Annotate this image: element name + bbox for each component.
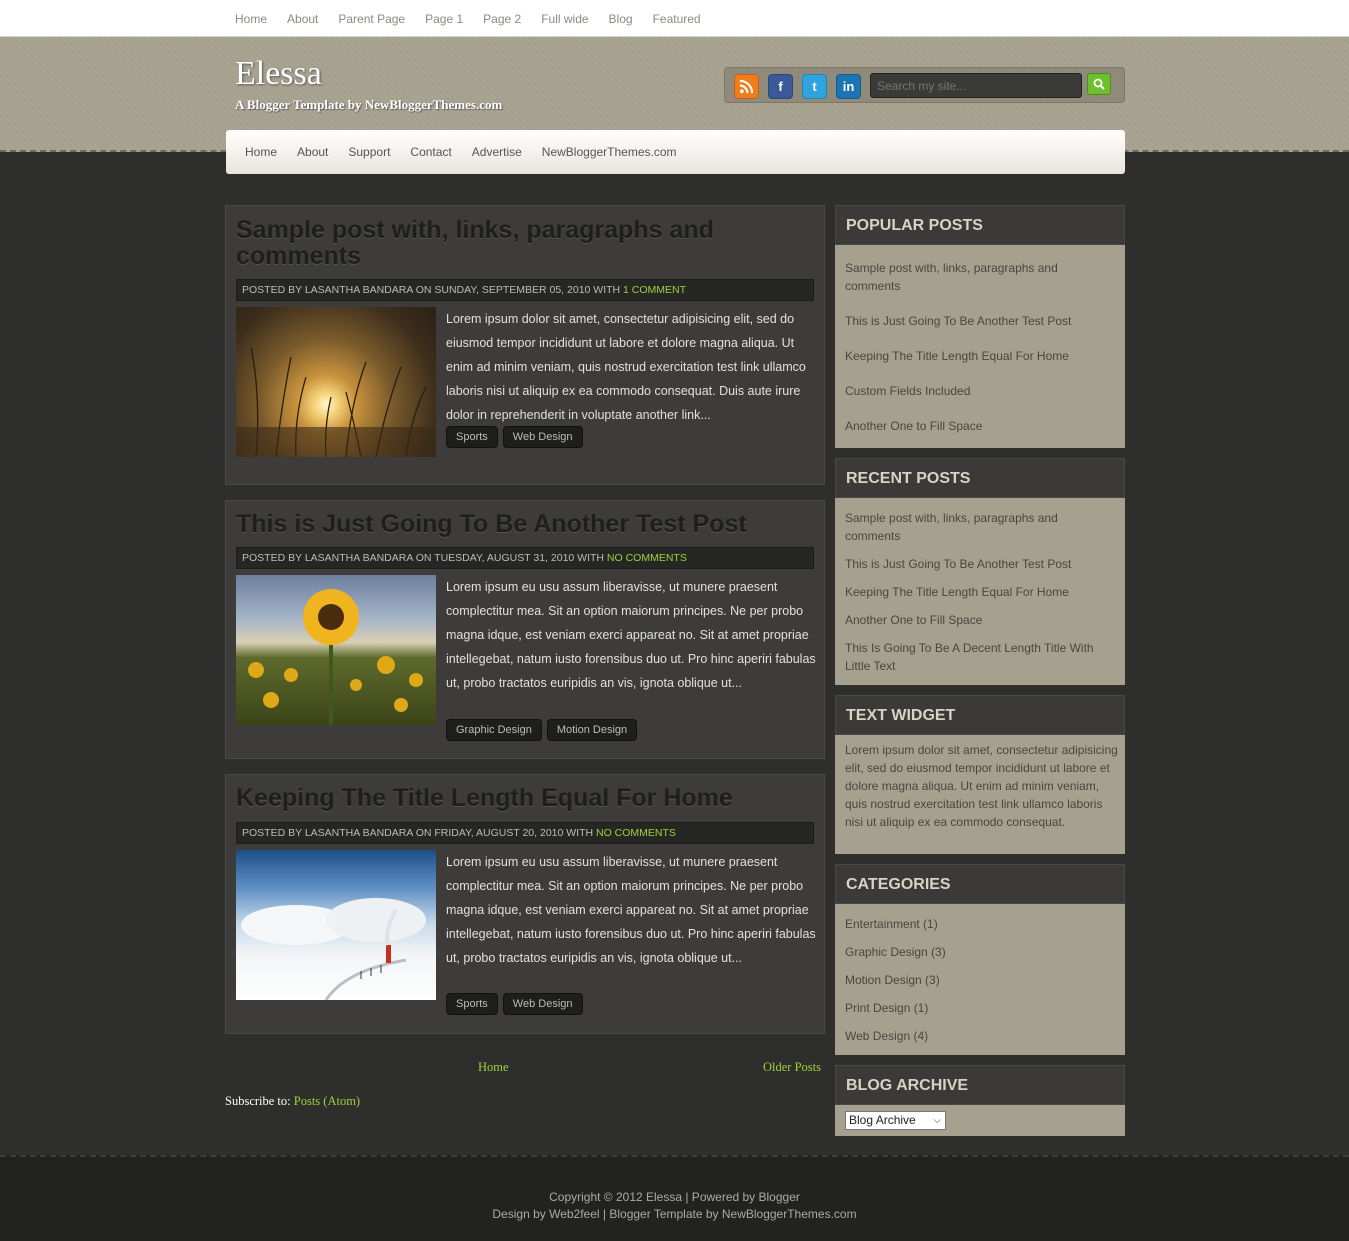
recent-post-link[interactable]: Another One to Fill Space [845,611,1115,629]
chevron-down-icon: ⌵ [933,1115,941,1126]
top-bar: Home About Parent Page Page 1 Page 2 Ful… [0,0,1349,37]
category-link[interactable]: Motion Design (3) [845,971,1115,989]
post-card: Sample post with, links, paragraphs and … [225,205,825,485]
post-tag[interactable]: Motion Design [546,719,638,741]
search-input[interactable] [870,73,1082,98]
post-thumbnail[interactable] [236,307,436,458]
post-meta-text: Posted by Lasantha Bandara on Friday, Au… [242,827,594,839]
social-search-box: f t in [724,67,1125,103]
pager-home-link[interactable]: Home [478,1060,509,1075]
widget-title: POPULAR POSTS [835,205,1125,245]
post-meta: Posted by Lasantha Bandara on Sunday, Se… [236,279,814,301]
popular-post-link[interactable]: Custom Fields Included [845,382,1115,400]
mainnav-support[interactable]: Support [338,145,400,159]
topnav-blog[interactable]: Blog [599,12,643,26]
blog-archive-selected: Blog Archive [849,1113,916,1127]
linkedin-icon[interactable]: in [836,74,861,99]
search-icon [1093,78,1105,90]
widget-title: CATEGORIES [835,864,1125,904]
post-excerpt: Lorem ipsum eu usu assum liberavisse, ut… [446,855,816,965]
post-tag[interactable]: Sports [446,426,498,448]
category-link[interactable]: Print Design (1) [845,999,1115,1017]
post-title[interactable]: This is Just Going To Be Another Test Po… [236,511,816,537]
text-widget-body: Lorem ipsum dolor sit amet, consectetur … [845,743,1118,829]
post-card: Keeping The Title Length Equal For Home … [225,774,825,1034]
post-meta: Posted by Lasantha Bandara on Friday, Au… [236,822,814,844]
text-widget: TEXT WIDGET Lorem ipsum dolor sit amet, … [835,695,1125,854]
mainnav-newbloggerthemes[interactable]: NewBloggerThemes.com [532,145,687,159]
post-title[interactable]: Keeping The Title Length Equal For Home [236,785,816,811]
site-title[interactable]: Elessa [235,55,322,93]
popular-post-link[interactable]: Sample post with, links, paragraphs and … [845,259,1115,295]
mainnav-advertise[interactable]: Advertise [462,145,532,159]
search-button[interactable] [1087,73,1111,95]
top-navigation: Home About Parent Page Page 1 Page 2 Ful… [225,0,711,37]
category-link[interactable]: Graphic Design (3) [845,943,1115,961]
twitter-icon[interactable]: t [802,74,827,99]
post-comments-link[interactable]: No comments [596,827,676,839]
post-meta-text: Posted by Lasantha Bandara on Tuesday, A… [242,552,604,564]
post-tag[interactable]: Web Design [502,993,583,1015]
post-meta-text: Posted by Lasantha Bandara on Sunday, Se… [242,284,621,296]
popular-post-link[interactable]: Another One to Fill Space [845,417,1115,435]
topnav-full-wide[interactable]: Full wide [531,12,598,26]
topnav-about[interactable]: About [277,12,328,26]
popular-post-link[interactable]: Keeping The Title Length Equal For Home [845,347,1115,365]
site-description: A Blogger Template by NewBloggerThemes.c… [235,97,503,112]
post-tags: Graphic Design Motion Design [446,719,638,741]
recent-post-link[interactable]: This Is Going To Be A Decent Length Titl… [845,639,1115,675]
popular-post-link[interactable]: This is Just Going To Be Another Test Po… [845,312,1115,330]
recent-post-link[interactable]: Sample post with, links, paragraphs and … [845,509,1115,545]
post-title[interactable]: Sample post with, links, paragraphs and … [236,217,816,269]
topnav-page-2[interactable]: Page 2 [473,12,531,26]
blog-archive-widget: BLOG ARCHIVE Blog Archive ⌵ [835,1065,1125,1136]
facebook-icon[interactable]: f [768,74,793,99]
topnav-page-1[interactable]: Page 1 [415,12,473,26]
post-comments-link[interactable]: 1 comment [623,284,686,296]
widget-title: TEXT WIDGET [835,695,1125,735]
post-excerpt: Lorem ipsum dolor sit amet, consectetur … [446,312,806,422]
topnav-featured[interactable]: Featured [643,12,711,26]
post-excerpt: Lorem ipsum eu usu assum liberavisse, ut… [446,580,816,690]
footer-credits: Design by Web2feel | Blogger Template by… [492,1207,857,1221]
topnav-parent-page[interactable]: Parent Page [328,12,415,26]
subscribe-atom-link[interactable]: Posts (Atom) [294,1094,360,1108]
post-comments-link[interactable]: No comments [607,552,687,564]
post-tags: Sports Web Design [446,426,583,448]
main-navigation: Home About Support Contact Advertise New… [226,130,1125,174]
recent-post-link[interactable]: Keeping The Title Length Equal For Home [845,583,1115,601]
recent-posts-widget: RECENT POSTS Sample post with, links, pa… [835,458,1125,685]
category-link[interactable]: Entertainment (1) [845,915,1115,933]
mainnav-home[interactable]: Home [235,145,287,159]
post-tags: Sports Web Design [446,993,583,1015]
mainnav-contact[interactable]: Contact [400,145,461,159]
footer-copyright: Copyright © 2012 Elessa | Powered by Blo… [549,1190,800,1204]
categories-widget: CATEGORIES Entertainment (1) Graphic Des… [835,864,1125,1055]
widget-title: BLOG ARCHIVE [835,1065,1125,1105]
pager-older-posts-link[interactable]: Older Posts [763,1060,821,1075]
category-link[interactable]: Web Design (4) [845,1027,1115,1045]
recent-post-link[interactable]: This is Just Going To Be Another Test Po… [845,555,1115,573]
post-tag[interactable]: Sports [446,993,498,1015]
post-thumbnail[interactable] [236,850,436,1001]
subscribe-label: Subscribe to: [225,1094,291,1108]
site-footer: Copyright © 2012 Elessa | Powered by Blo… [0,1155,1349,1241]
post-tag[interactable]: Web Design [502,426,583,448]
blog-archive-select[interactable]: Blog Archive ⌵ [845,1111,946,1130]
popular-posts-widget: POPULAR POSTS Sample post with, links, p… [835,205,1125,448]
rss-icon[interactable] [734,74,759,99]
post-meta: Posted by Lasantha Bandara on Tuesday, A… [236,547,814,569]
widget-title: RECENT POSTS [835,458,1125,498]
topnav-home[interactable]: Home [225,12,277,26]
mainnav-about[interactable]: About [287,145,338,159]
post-tag[interactable]: Graphic Design [446,719,542,741]
post-thumbnail[interactable] [236,575,436,725]
subscribe-line: Subscribe to: Posts (Atom) [225,1094,360,1109]
post-card: This is Just Going To Be Another Test Po… [225,500,825,759]
